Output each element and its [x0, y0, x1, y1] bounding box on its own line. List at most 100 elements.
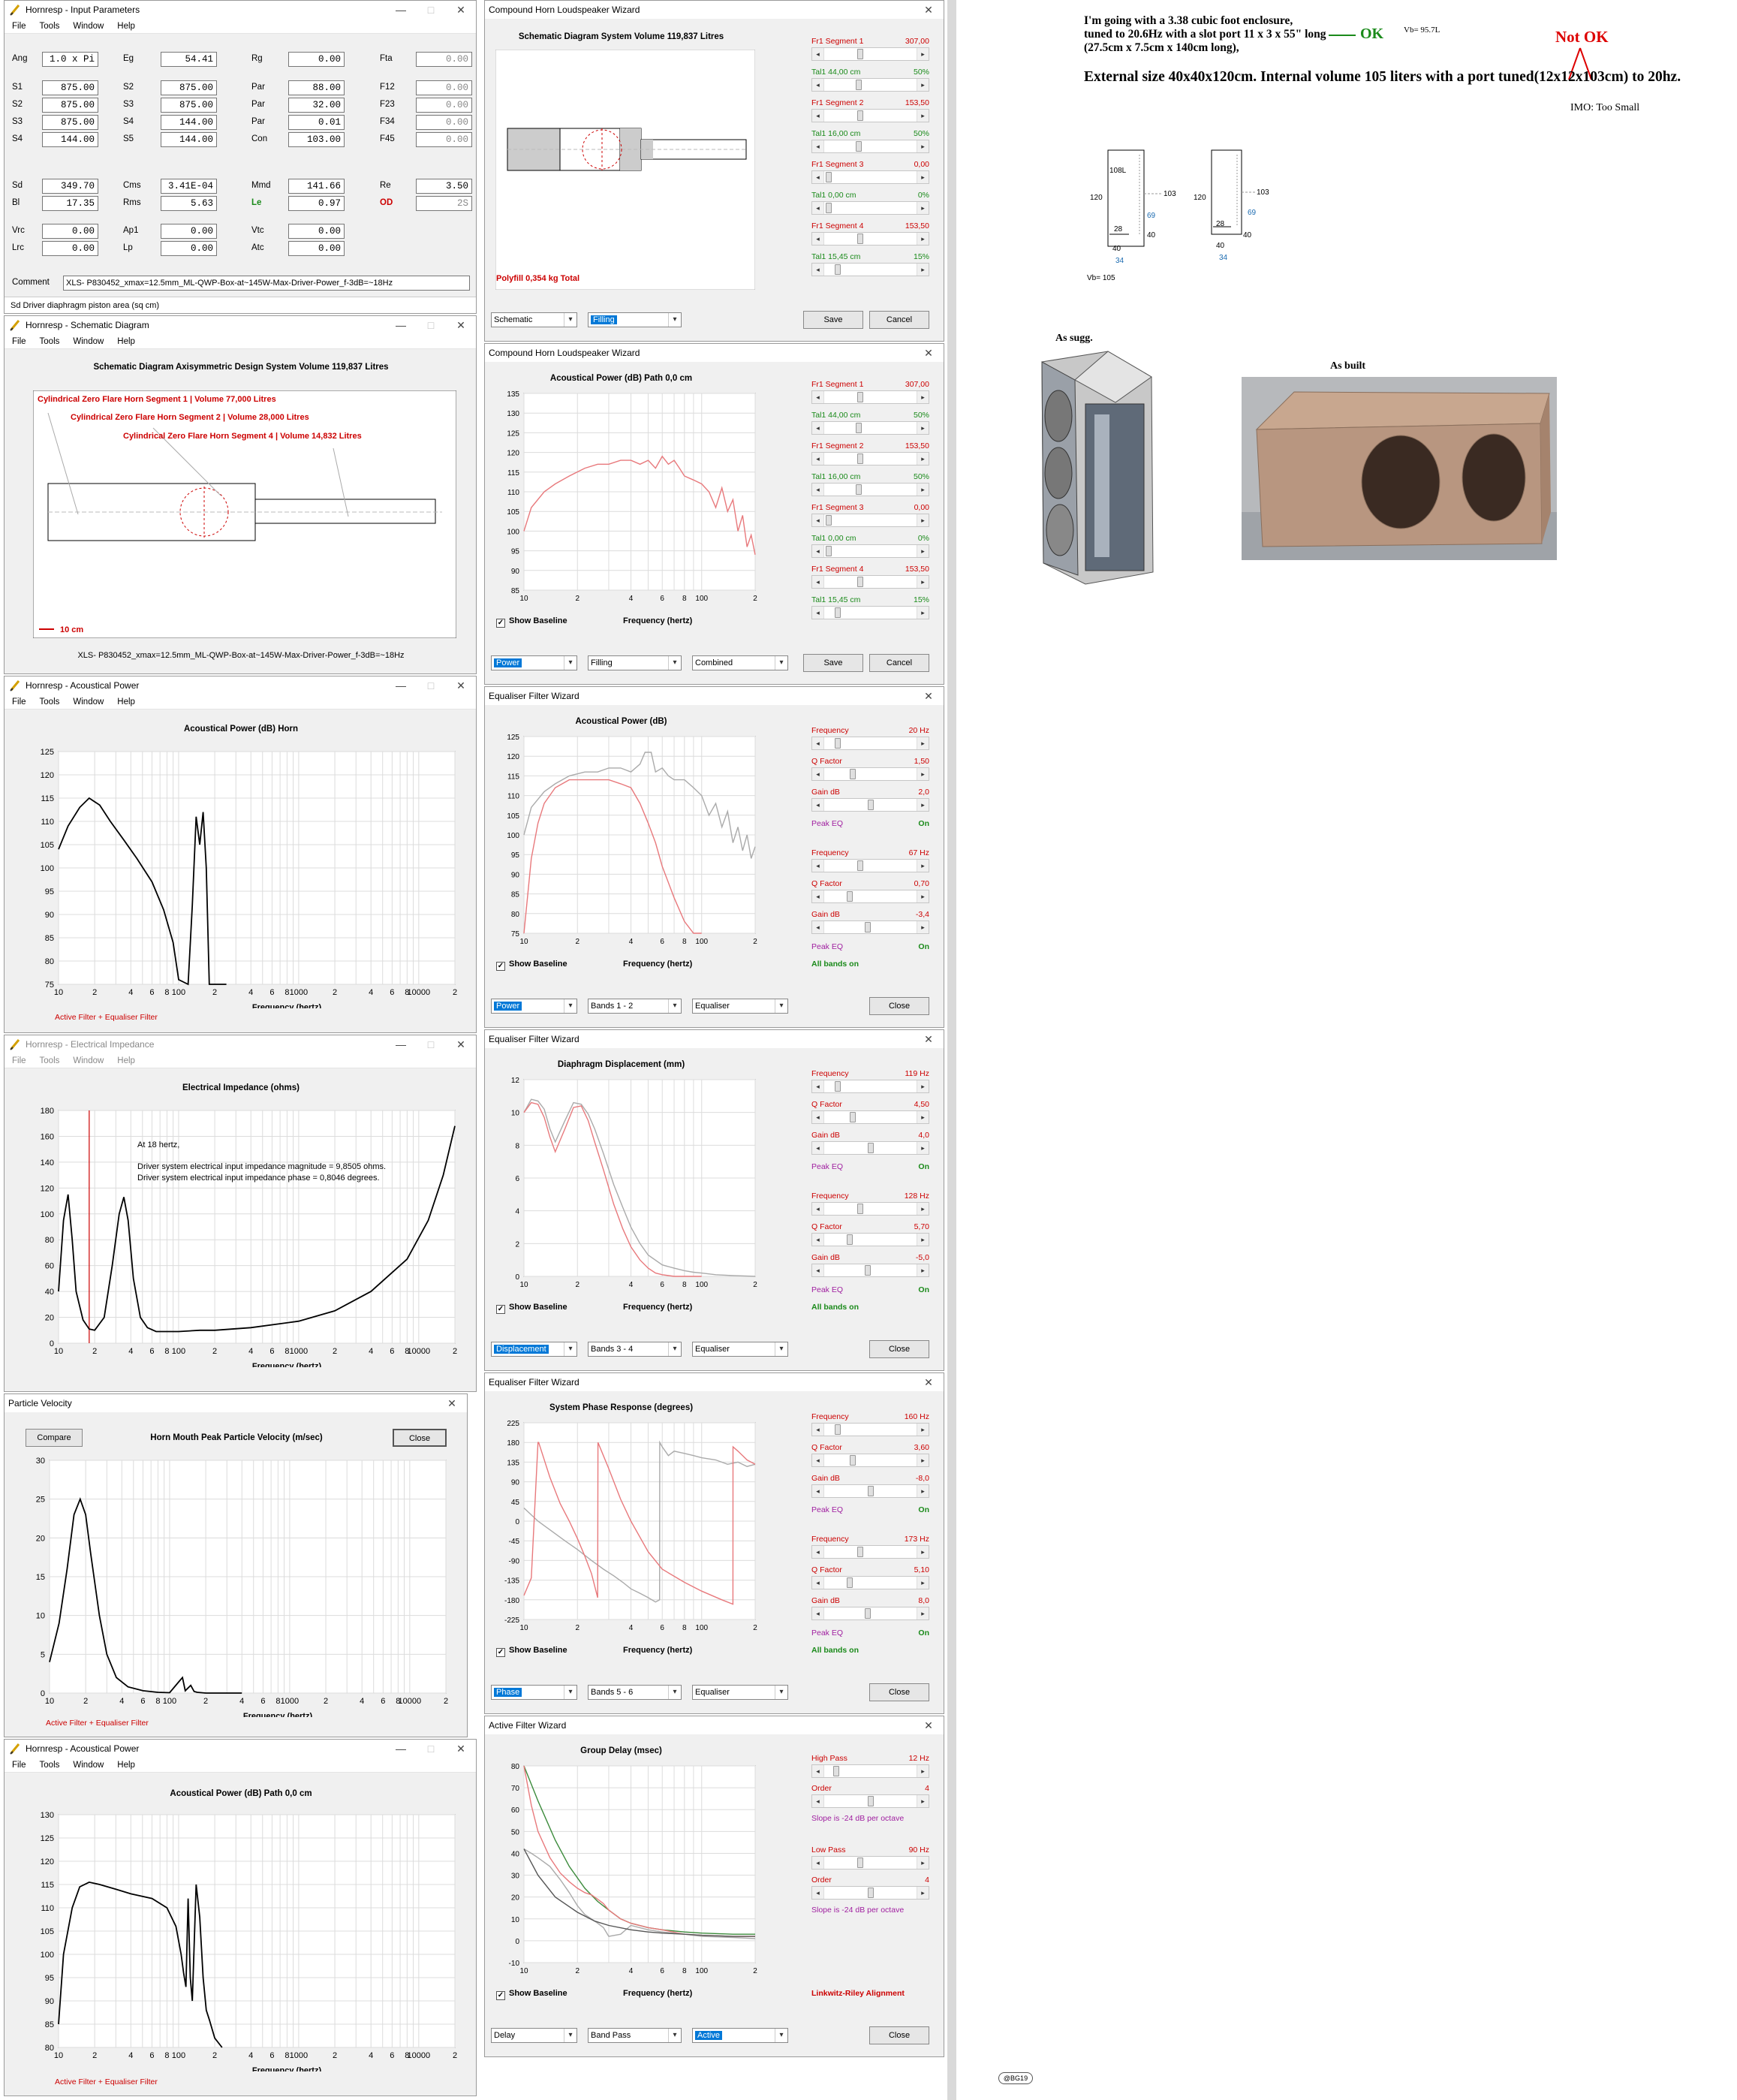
title-bar[interactable]: Active Filter Wizard ✕	[485, 1716, 944, 1734]
title-bar[interactable]: Particle Velocity ✕	[5, 1394, 467, 1412]
view-select[interactable]: Schematic	[491, 312, 577, 327]
param-con-field[interactable]: 103.00	[288, 132, 345, 147]
parameter-slider[interactable]: ◂ ▸	[811, 1264, 929, 1277]
title-bar[interactable]: Hornresp - Electrical Impedance — □ ✕	[5, 1035, 476, 1053]
filling-select[interactable]: Filling	[588, 312, 682, 327]
param-rms-field[interactable]: 5.63	[161, 196, 217, 211]
param-par-field[interactable]: 0.01	[288, 115, 345, 130]
close-icon[interactable]: ✕	[446, 676, 476, 694]
filter-select[interactable]: Equaliser	[692, 999, 788, 1014]
close-icon[interactable]: ✕	[446, 316, 476, 334]
param-s3-field[interactable]: 875.00	[161, 98, 217, 113]
show-baseline-checkbox[interactable]: ✓ Show Baseline	[496, 1989, 567, 2000]
param-par-field[interactable]: 32.00	[288, 98, 345, 113]
menu-tools[interactable]: Tools	[40, 337, 60, 346]
bands-select[interactable]: Bands 3 - 4	[588, 1342, 682, 1357]
parameter-slider[interactable]: ◂ ▸	[811, 1576, 929, 1589]
close-button[interactable]: Close	[869, 997, 929, 1015]
param-eg-field[interactable]: 54.41	[161, 52, 217, 67]
parameter-slider[interactable]: ◂ ▸	[811, 170, 929, 184]
title-bar[interactable]: Hornresp - Acoustical Power — □ ✕	[5, 676, 476, 694]
title-bar[interactable]: Equaliser Filter Wizard ✕	[485, 687, 944, 705]
title-bar[interactable]: Hornresp - Schematic Diagram — □ ✕	[5, 316, 476, 334]
parameter-slider[interactable]: ◂ ▸	[811, 1545, 929, 1559]
parameter-slider[interactable]: ◂ ▸	[811, 1607, 929, 1620]
menu-window[interactable]: Window	[73, 337, 104, 346]
param-rg-field[interactable]: 0.00	[288, 52, 345, 67]
parameter-slider[interactable]: ◂ ▸	[811, 575, 929, 589]
menu-file[interactable]: File	[12, 697, 26, 707]
menu-file[interactable]: File	[12, 1761, 26, 1770]
parameter-slider[interactable]: ◂ ▸	[811, 798, 929, 812]
parameter-slider[interactable]: ◂ ▸	[811, 1454, 929, 1467]
menu-tools[interactable]: Tools	[40, 22, 60, 31]
param-s3-field[interactable]: 875.00	[42, 115, 98, 130]
cancel-button[interactable]: Cancel	[869, 311, 929, 329]
param-lp-field[interactable]: 0.00	[161, 241, 217, 256]
maximize-icon[interactable]: □	[416, 1035, 446, 1053]
parameter-slider[interactable]: ◂ ▸	[811, 1233, 929, 1246]
parameter-slider[interactable]: ◂ ▸	[811, 544, 929, 558]
parameter-slider[interactable]: ◂ ▸	[811, 452, 929, 465]
param-s1-field[interactable]: 875.00	[42, 80, 98, 95]
parameter-slider[interactable]: ◂ ▸	[811, 859, 929, 872]
parameter-slider[interactable]: ◂ ▸	[811, 140, 929, 153]
menu-file[interactable]: File	[12, 1056, 26, 1065]
close-icon[interactable]: ✕	[914, 1, 944, 19]
view-select[interactable]: Displacement	[491, 1342, 577, 1357]
bands-select[interactable]: Bands 5 - 6	[588, 1685, 682, 1700]
low-pass-slider[interactable]: ◂ ▸	[811, 1856, 929, 1870]
parameter-slider[interactable]: ◂ ▸	[811, 920, 929, 934]
parameter-slider[interactable]: ◂ ▸	[811, 1423, 929, 1436]
show-baseline-checkbox[interactable]: ✓ Show Baseline	[496, 1646, 567, 1657]
close-button[interactable]: Close	[393, 1429, 447, 1447]
title-bar[interactable]: Hornresp - Input Parameters — □ ✕	[5, 1, 476, 19]
menu-tools[interactable]: Tools	[40, 1761, 60, 1770]
parameter-slider[interactable]: ◂ ▸	[811, 767, 929, 781]
parameter-slider[interactable]: ◂ ▸	[811, 1110, 929, 1124]
param-f23-field[interactable]: 0.00	[416, 98, 472, 113]
close-button[interactable]: Close	[869, 2026, 929, 2044]
param-le-field[interactable]: 0.97	[288, 196, 345, 211]
param-mmd-field[interactable]: 141.66	[288, 179, 345, 194]
close-icon[interactable]: ✕	[446, 1, 476, 19]
show-baseline-checkbox[interactable]: ✓ Show Baseline	[496, 1303, 567, 1314]
parameter-slider[interactable]: ◂ ▸	[811, 201, 929, 215]
minimize-icon[interactable]: —	[386, 1740, 416, 1758]
parameter-slider[interactable]: ◂ ▸	[811, 737, 929, 750]
minimize-icon[interactable]: —	[386, 1035, 416, 1053]
param-f34-field[interactable]: 0.00	[416, 115, 472, 130]
minimize-icon[interactable]: —	[386, 1, 416, 19]
maximize-icon[interactable]: □	[416, 1740, 446, 1758]
parameter-slider[interactable]: ◂ ▸	[811, 1141, 929, 1155]
filter-select[interactable]: Equaliser	[692, 1342, 788, 1357]
parameter-slider[interactable]: ◂ ▸	[811, 109, 929, 122]
param-vrc-field[interactable]: 0.00	[42, 224, 98, 239]
close-icon[interactable]: ✕	[914, 344, 944, 362]
parameter-slider[interactable]: ◂ ▸	[811, 606, 929, 619]
parameter-slider[interactable]: ◂ ▸	[811, 47, 929, 61]
parameter-slider[interactable]: ◂ ▸	[811, 514, 929, 527]
menu-help[interactable]: Help	[117, 337, 135, 346]
menu-help[interactable]: Help	[117, 1761, 135, 1770]
parameter-slider[interactable]: ◂ ▸	[811, 78, 929, 92]
maximize-icon[interactable]: □	[416, 1, 446, 19]
close-icon[interactable]: ✕	[914, 687, 944, 705]
title-bar[interactable]: Compound Horn Loudspeaker Wizard ✕	[485, 344, 944, 362]
menu-window[interactable]: Window	[73, 1761, 104, 1770]
menu-tools[interactable]: Tools	[40, 697, 60, 707]
parameter-slider[interactable]: ◂ ▸	[811, 421, 929, 435]
param-vtc-field[interactable]: 0.00	[288, 224, 345, 239]
param-f12-field[interactable]: 0.00	[416, 80, 472, 95]
param-fta-field[interactable]: 0.00	[416, 52, 472, 67]
close-icon[interactable]: ✕	[914, 1716, 944, 1734]
save-button[interactable]: Save	[803, 311, 863, 329]
param-s2-field[interactable]: 875.00	[161, 80, 217, 95]
param-s2-field[interactable]: 875.00	[42, 98, 98, 113]
menu-help[interactable]: Help	[117, 22, 135, 31]
save-button[interactable]: Save	[803, 654, 863, 672]
filter-select[interactable]: Equaliser	[692, 1685, 788, 1700]
parameter-slider[interactable]: ◂ ▸	[811, 1202, 929, 1216]
parameter-slider[interactable]: ◂ ▸	[811, 483, 929, 496]
menu-help[interactable]: Help	[117, 1056, 135, 1065]
